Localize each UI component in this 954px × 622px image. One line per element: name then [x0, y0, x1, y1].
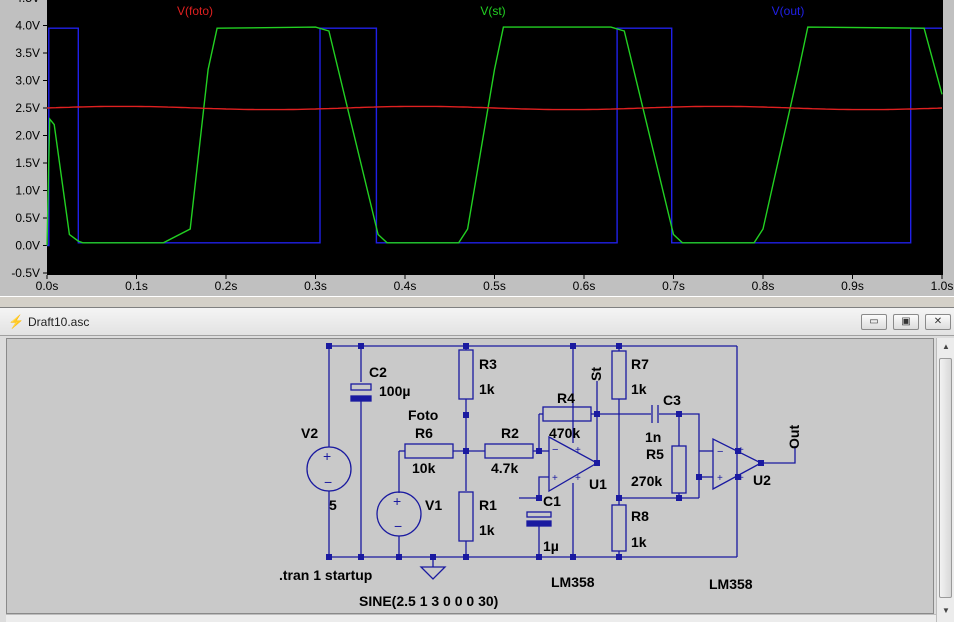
components: [306, 349, 763, 580]
trace-legend-0[interactable]: V(foto): [177, 4, 213, 18]
label-c2-value: 100µ: [379, 383, 410, 399]
scroll-down-icon[interactable]: ▼: [942, 606, 950, 615]
label-u2: U2: [753, 472, 771, 488]
y-tick-label: 2.0V: [15, 129, 40, 143]
window-title: Draft10.asc: [28, 315, 90, 329]
label-r2-value: 4.7k: [491, 460, 518, 476]
label-u1: U1: [589, 476, 607, 492]
label-c3: C3: [663, 392, 681, 408]
label-r1-value: 1k: [479, 522, 495, 538]
y-tick-label: 1.0V: [15, 184, 40, 198]
label-r6: R6: [415, 425, 433, 441]
schematic-window[interactable]: ⚡ Draft10.asc ▭ ▣ ✕ + − + − + + − + − + …: [0, 308, 954, 622]
svg-text:−: −: [324, 474, 332, 490]
svg-text:−: −: [552, 444, 558, 456]
svg-text:+: +: [393, 493, 401, 509]
label-r3: R3: [479, 356, 497, 372]
label-c1-value: 1µ: [543, 538, 559, 554]
label-r7: R7: [631, 356, 649, 372]
label-r4: R4: [557, 390, 575, 406]
y-tick-label: 1.5V: [15, 156, 40, 170]
window-title-bar[interactable]: ⚡ Draft10.asc ▭ ▣ ✕: [0, 308, 954, 336]
x-tick-label: 0.1s: [125, 279, 148, 293]
x-tick-label: 0.3s: [304, 279, 327, 293]
label-r8-value: 1k: [631, 534, 647, 550]
label-out: Out: [786, 425, 802, 449]
maximize-button[interactable]: ▣: [893, 314, 919, 330]
label-c1: C1: [543, 493, 561, 509]
close-button[interactable]: ✕: [925, 314, 951, 330]
y-tick-label: -0.5V: [11, 266, 40, 280]
y-tick-label: 2.5V: [15, 101, 40, 115]
label-c2: C2: [369, 364, 387, 380]
label-v2-value: 5: [329, 497, 337, 513]
label-r8: R8: [631, 508, 649, 524]
y-tick-label: 0.5V: [15, 211, 40, 225]
label-r5: R5: [646, 446, 664, 462]
vertical-scroll-thumb[interactable]: [939, 358, 952, 598]
y-tick-label: 4.0V: [15, 19, 40, 33]
x-tick-label: 0.6s: [573, 279, 596, 293]
waveform-plot[interactable]: 4.5V 4.0V 3.5V 3.0V 2.5V 2.0V 1.5V 1.0V 0.5V 0.0V…: [0, 0, 954, 296]
minimize-button[interactable]: ▭: [861, 314, 887, 330]
label-r1: R1: [479, 497, 497, 513]
x-tick-label: 0.5s: [483, 279, 506, 293]
svg-text:+: +: [323, 448, 331, 464]
pane-splitter[interactable]: [0, 296, 954, 308]
schematic-drawing[interactable]: + − + − + + − + − + + +: [7, 339, 934, 614]
x-tick-label: 0.7s: [662, 279, 685, 293]
label-r3-value: 1k: [479, 381, 495, 397]
y-tick-label: 3.5V: [15, 46, 40, 60]
x-tick-label: 1.0s: [931, 279, 954, 293]
svg-text:−: −: [394, 518, 402, 534]
label-r2: R2: [501, 425, 519, 441]
svg-text:+: +: [575, 445, 581, 456]
label-tran-directive[interactable]: .tran 1 startup: [279, 567, 372, 583]
y-tick-label: 0.0V: [15, 239, 40, 253]
y-tick-label: 3.0V: [15, 74, 40, 88]
x-tick-label: 0.0s: [36, 279, 59, 293]
x-tick-label: 0.8s: [752, 279, 775, 293]
label-u1-model: LM358: [551, 574, 595, 590]
x-tick-label: 0.9s: [841, 279, 864, 293]
label-sine-source[interactable]: SINE(2.5 1 3 0 0 0 30): [359, 593, 498, 609]
x-tick-label: 0.2s: [215, 279, 238, 293]
label-r5-value: 270k: [631, 473, 662, 489]
schematic-icon: ⚡: [8, 314, 25, 329]
waveform-plot-pane[interactable]: 4.5V 4.0V 3.5V 3.0V 2.5V 2.0V 1.5V 1.0V 0.5V 0.0V…: [0, 0, 954, 296]
horizontal-scrollbar[interactable]: [6, 614, 936, 622]
x-tick-label: 0.4s: [394, 279, 417, 293]
svg-text:+: +: [575, 473, 581, 484]
label-v1: V1: [425, 497, 442, 513]
y-tick-label: 4.5V: [15, 0, 40, 5]
vertical-scrollbar[interactable]: ▲ ▼: [936, 338, 954, 622]
label-foto: Foto: [408, 407, 438, 423]
label-u2-model: LM358: [709, 576, 753, 592]
schematic-canvas[interactable]: + − + − + + − + − + + +: [6, 338, 934, 614]
svg-text:+: +: [717, 473, 723, 484]
trace-legend-2[interactable]: V(out): [772, 4, 805, 18]
label-c3-value: 1n: [645, 429, 661, 445]
svg-text:+: +: [552, 473, 558, 484]
label-st: St: [588, 367, 604, 381]
label-r6-value: 10k: [412, 460, 436, 476]
scroll-up-icon[interactable]: ▲: [942, 342, 950, 351]
label-r7-value: 1k: [631, 381, 647, 397]
trace-legend-1[interactable]: V(st): [480, 4, 505, 18]
label-r4-value: 470k: [549, 425, 580, 441]
svg-text:−: −: [717, 446, 723, 458]
component-labels: C2 100µ R3 1k Foto R6 10k R2 4.7k R4 470…: [279, 356, 802, 609]
label-v2: V2: [301, 425, 318, 441]
